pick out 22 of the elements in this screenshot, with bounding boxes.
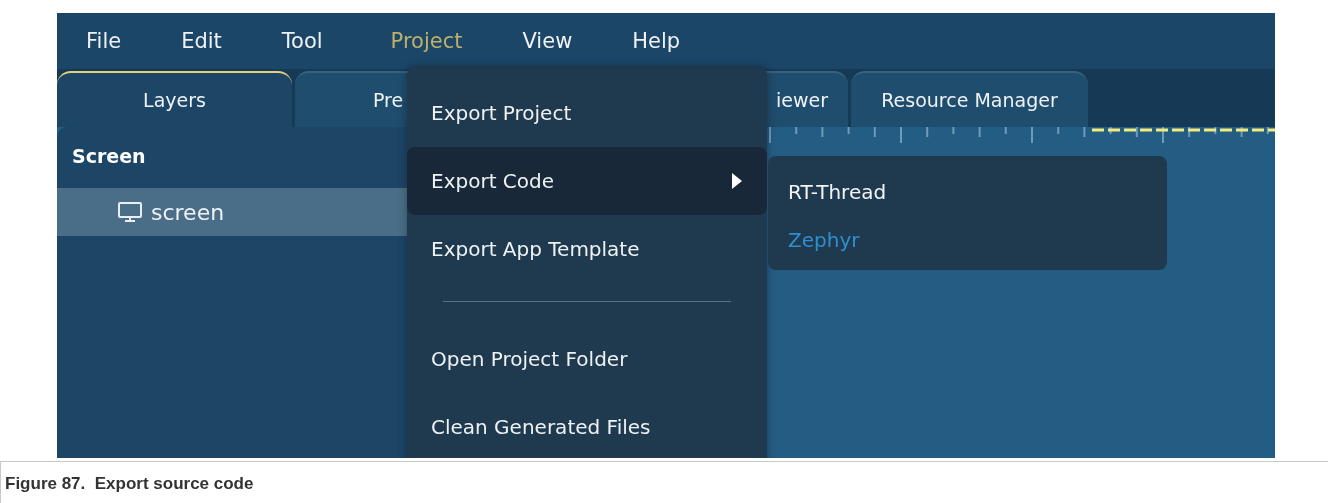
figure-caption: Figure 87. Export source code: [5, 474, 254, 494]
monitor-icon: [117, 201, 143, 223]
menu-item[interactable]: Clean Generated Files: [407, 393, 767, 458]
menu-item[interactable]: Export Project: [407, 79, 767, 147]
menu-label: Export Project: [431, 101, 572, 125]
menu-item[interactable]: Export Code: [407, 147, 767, 215]
panel-header: Screen: [71, 144, 147, 169]
menu-item[interactable]: Help: [632, 29, 681, 53]
tab[interactable]: Layers: [57, 71, 292, 127]
tab[interactable]: Resource Manager: [851, 71, 1088, 127]
layer-label: screen: [151, 199, 225, 225]
menu-item[interactable]: File: [86, 29, 122, 53]
menu-item[interactable]: View: [522, 29, 573, 53]
submenu-item[interactable]: RT-Thread: [788, 168, 887, 216]
submenu-arrow-icon: [731, 172, 743, 190]
menu-item[interactable]: Project: [390, 29, 463, 53]
menu-item[interactable]: Tool: [281, 29, 323, 53]
menu-item[interactable]: Open Project Folder: [407, 325, 767, 393]
menu-label: Clean Generated Files: [431, 415, 651, 439]
menu-item[interactable]: Edit: [181, 29, 222, 53]
menu-label: Open Project Folder: [431, 347, 628, 371]
menu-label: Export App Template: [431, 237, 640, 261]
